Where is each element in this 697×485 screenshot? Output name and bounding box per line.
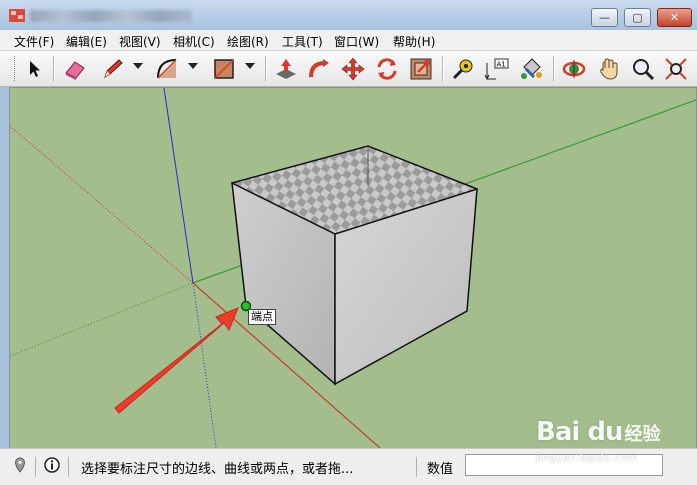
toolbar-grip[interactable] <box>14 56 17 81</box>
title-bar: — ▢ ✕ <box>0 0 697 30</box>
toolbar-separator <box>53 56 54 82</box>
status-separator <box>35 457 36 477</box>
line-dropdown-chevron-icon[interactable] <box>133 63 143 69</box>
zoom-icon[interactable] <box>630 56 656 82</box>
menu-edit[interactable]: 编辑(E) <box>66 33 107 50</box>
menu-camera[interactable]: 相机(C) <box>173 33 215 50</box>
zoom-extents-icon[interactable] <box>663 56 689 82</box>
info-icon[interactable] <box>44 457 60 473</box>
watermark-subtitle: 经验 <box>624 424 661 445</box>
window-title-blurred <box>30 10 192 22</box>
menu-bar: 文件(F) 编辑(E) 视图(V) 相机(C) 绘图(R) 工具(T) 窗口(W… <box>0 30 697 51</box>
status-message: 选择要标注尺寸的边线、曲线或两点，或者拖... <box>81 462 354 477</box>
pan-hand-icon[interactable] <box>596 56 622 82</box>
svg-text:A1: A1 <box>497 61 506 69</box>
tape-measure-icon[interactable] <box>450 56 476 82</box>
toolbar-separator <box>265 56 266 82</box>
move-icon[interactable] <box>340 56 366 82</box>
blue-axis-dotted <box>192 282 217 448</box>
watermark-url: jingyan.baidu.com <box>536 451 638 464</box>
status-separator <box>68 457 69 477</box>
measurements-label: 数值 <box>427 462 454 477</box>
follow-me-icon[interactable] <box>306 56 332 82</box>
arc-dropdown-chevron-icon[interactable] <box>188 63 198 69</box>
menu-view[interactable]: 视图(V) <box>119 33 161 50</box>
offset-icon[interactable] <box>408 56 434 82</box>
red-arrow-annotation <box>114 307 239 414</box>
paint-bucket-icon[interactable] <box>518 56 544 82</box>
menu-help[interactable]: 帮助(H) <box>393 33 435 50</box>
pencil-line-icon[interactable] <box>100 56 126 82</box>
baidu-jingyan-watermark: Bai du 经验 <box>536 417 660 447</box>
minimize-button[interactable]: — <box>591 8 618 27</box>
rotate-icon[interactable] <box>374 56 400 82</box>
dimension-icon[interactable]: A1 <box>484 56 510 82</box>
arc-icon[interactable] <box>154 56 180 82</box>
maximize-button[interactable]: ▢ <box>624 8 651 27</box>
sketchup-app-icon <box>9 9 25 22</box>
toolbar-separator <box>442 56 443 82</box>
modeling-viewport[interactable]: 端点 <box>9 87 697 449</box>
green-axis-dotted <box>10 282 194 357</box>
select-arrow-icon[interactable] <box>22 56 48 82</box>
blue-axis-line <box>163 88 194 284</box>
red-axis-dotted <box>10 125 194 284</box>
rectangle-icon[interactable] <box>211 56 237 82</box>
inference-tooltip: 端点 <box>248 309 276 325</box>
shape-dropdown-chevron-icon[interactable] <box>245 63 255 69</box>
toolbar: A1 <box>0 51 697 87</box>
watermark-logo: Bai du <box>536 417 623 447</box>
status-separator <box>416 457 417 477</box>
menu-window[interactable]: 窗口(W) <box>334 33 379 50</box>
orbit-icon[interactable] <box>561 56 587 82</box>
menu-tools[interactable]: 工具(T) <box>282 33 323 50</box>
menu-file[interactable]: 文件(F) <box>14 33 54 50</box>
push-pull-icon[interactable] <box>273 56 299 82</box>
eraser-icon[interactable] <box>62 56 88 82</box>
toolbar-separator <box>553 56 554 82</box>
scene-canvas <box>10 88 696 448</box>
close-button[interactable]: ✕ <box>657 8 692 27</box>
geolocation-pin-icon[interactable] <box>12 457 28 473</box>
menu-draw[interactable]: 绘图(R) <box>227 33 269 50</box>
